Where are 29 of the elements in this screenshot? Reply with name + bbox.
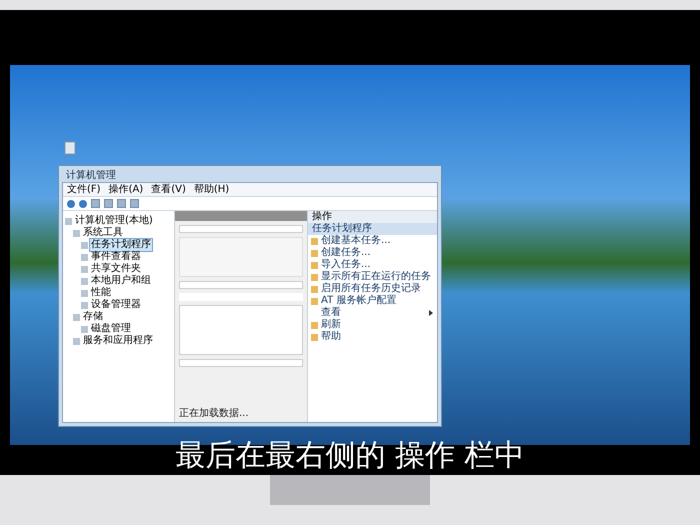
tree-item[interactable]: 存储 [82, 311, 104, 323]
pane-title: 操作 [308, 211, 437, 223]
tree-item[interactable]: 系统工具 [82, 227, 124, 239]
menu-item[interactable]: 查看(V) [151, 183, 186, 196]
action-link[interactable]: 刷新 [321, 319, 433, 331]
status-text: 正在加载数据... [178, 408, 250, 421]
tree-item[interactable]: 性能 [90, 287, 112, 299]
menu-item[interactable]: 操作(A) [108, 183, 144, 196]
action-link[interactable]: 帮助 [321, 331, 433, 343]
action-link[interactable]: 显示所有正在运行的任务 [321, 271, 433, 283]
section-header[interactable]: 任务计划程序 [308, 223, 437, 235]
action-link[interactable]: 查看 [321, 307, 426, 319]
subtitle: 最后在最右侧的 操作 栏中 [174, 437, 526, 475]
tree-item[interactable]: 设备管理器 [90, 299, 142, 311]
tree-item[interactable]: 本地用户和组 [90, 275, 152, 287]
tree-item[interactable]: 磁盘管理 [90, 323, 132, 335]
menu-item[interactable]: 文件(F) [67, 183, 101, 196]
action-link[interactable]: AT 服务帐户配置 [321, 295, 433, 307]
menu-item[interactable]: 帮助(H) [194, 183, 230, 196]
tree-item[interactable]: 服务和应用程序 [82, 335, 154, 347]
action-link[interactable]: 创建任务... [321, 247, 433, 259]
action-link[interactable]: 导入任务... [321, 259, 433, 271]
tree-item[interactable]: 事件查看器 [90, 251, 142, 263]
tree-item[interactable]: 共享文件夹 [90, 263, 142, 275]
window-title: 计算机管理 [65, 169, 117, 182]
tree-item[interactable]: 计算机管理(本地) [74, 215, 154, 227]
action-link[interactable]: 启用所有任务历史记录 [321, 283, 433, 295]
action-link[interactable]: 创建基本任务... [321, 235, 433, 247]
tree-item[interactable]: 任务计划程序 [90, 239, 152, 251]
